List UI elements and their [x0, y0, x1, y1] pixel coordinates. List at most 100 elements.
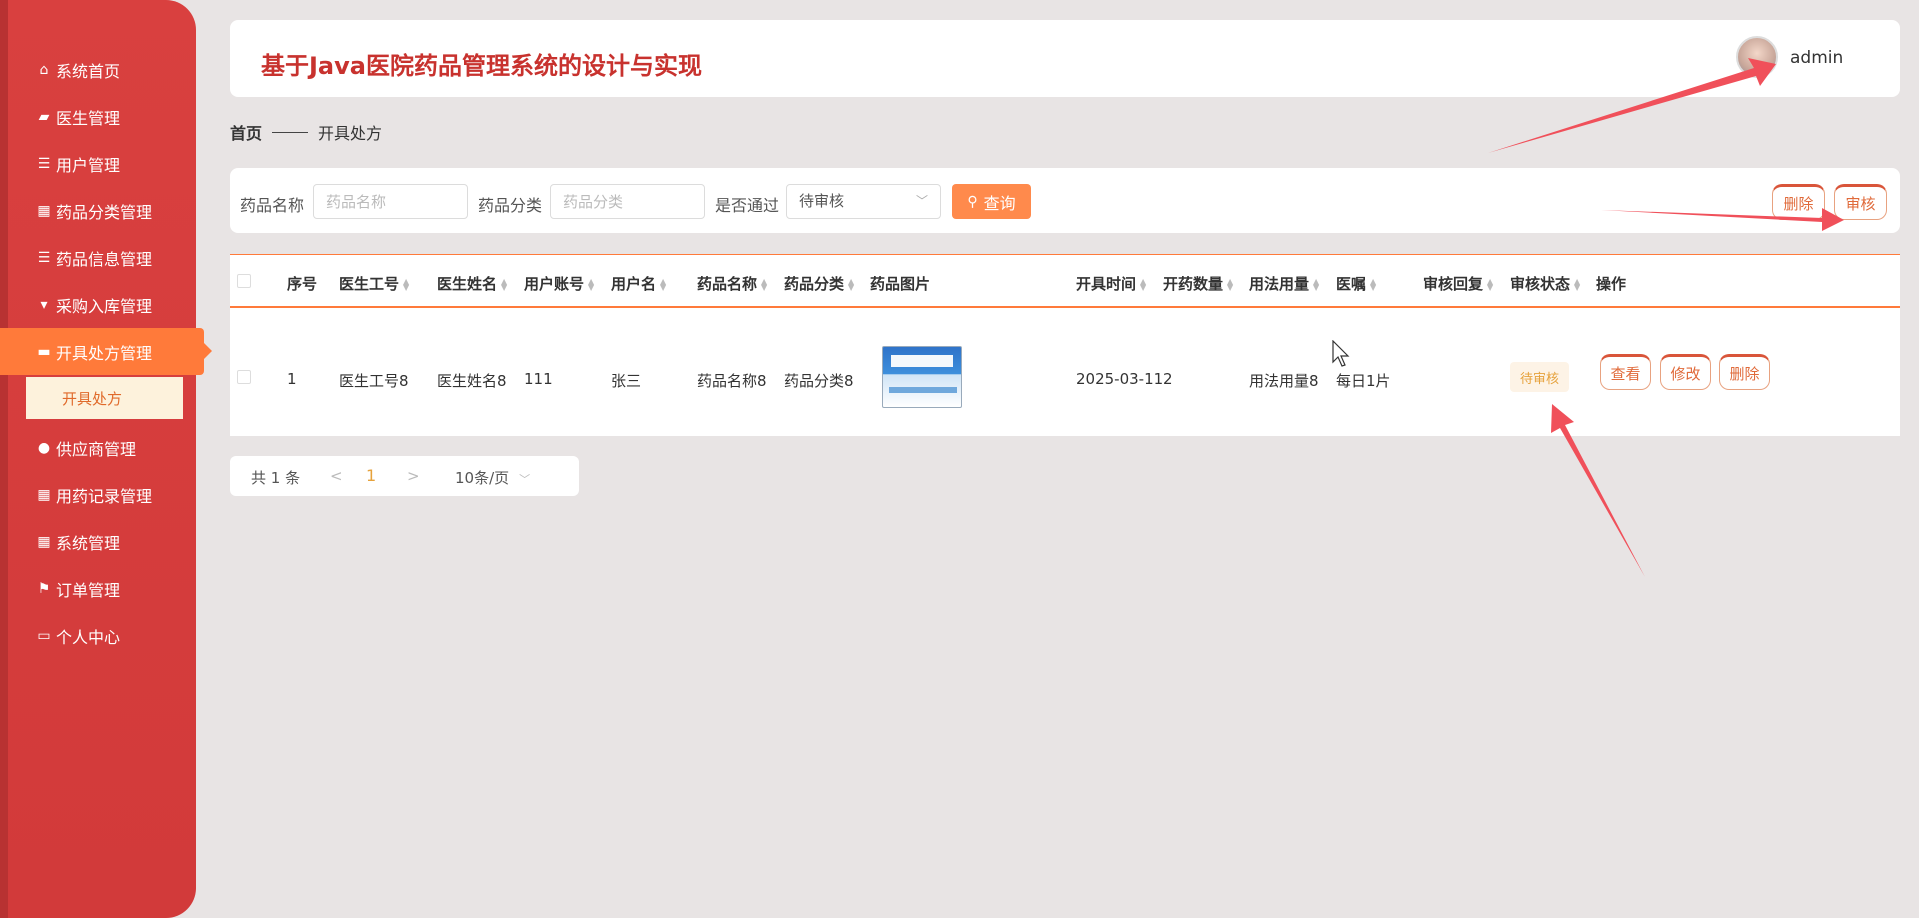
cell-usage: 用法用量8: [1249, 372, 1319, 390]
app-title: 基于Java医院药品管理系统的设计与实现: [261, 52, 702, 80]
approved-select[interactable]: 待审核 ﹀: [786, 184, 941, 219]
pagination-page[interactable]: 1: [366, 466, 376, 485]
table-header: 序号 医生工号 ▲ ▼ 医生姓名 ▲ ▼ 用户账号 ▲ ▼ 用户名 ▲ ▼ 药品名称 ▲ ▼ 药品分…: [230, 254, 1900, 308]
chat-icon: ▬: [37, 343, 51, 360]
column-header[interactable]: 医嘱 ▲ ▼: [1336, 273, 1378, 294]
cell-issue-time: 2025-03-11: [1076, 370, 1164, 388]
sidebar-menu: ⌂ 系统首页 ▰ 医生管理 ☰ 用户管理 ▦ 药品分类管理 ☰ 药品信息管理 ▾…: [0, 46, 212, 659]
column-header: 药品图片: [870, 275, 931, 293]
sidebar-item-label: 药品信息管理: [56, 249, 153, 269]
breadcrumb-home[interactable]: 首页: [230, 120, 262, 144]
sidebar-subitem-prescribe[interactable]: 开具处方: [26, 377, 183, 419]
sidebar-item-label: 系统管理: [56, 533, 121, 553]
column-header[interactable]: 审核回复 ▲ ▼: [1423, 273, 1495, 294]
sidebar-item-doctors[interactable]: ▰ 医生管理: [0, 93, 196, 140]
drug-name-label: 药品名称: [240, 196, 305, 215]
select-all-checkbox[interactable]: [237, 274, 251, 288]
sidebar-item-orders[interactable]: ⚑ 订单管理: [0, 565, 196, 612]
drug-name-input[interactable]: [313, 184, 468, 219]
column-header[interactable]: 开药数量 ▲ ▼: [1163, 273, 1235, 294]
sidebar-item-profile[interactable]: ▭ 个人中心: [0, 612, 196, 659]
delete-button[interactable]: 删除: [1719, 354, 1770, 390]
username[interactable]: admin: [1790, 48, 1843, 68]
sidebar: ⌂ 系统首页 ▰ 医生管理 ☰ 用户管理 ▦ 药品分类管理 ☰ 药品信息管理 ▾…: [0, 0, 212, 918]
view-button[interactable]: 查看: [1600, 354, 1651, 390]
sidebar-item-label: 用药记录管理: [56, 486, 153, 506]
row-checkbox[interactable]: [237, 370, 251, 384]
status-badge-label: 待审核: [1519, 371, 1559, 387]
drug-image-band: [891, 355, 953, 367]
sidebar-item-home[interactable]: ⌂ 系统首页: [0, 46, 196, 93]
bookmark-icon: ▾: [40, 296, 48, 313]
sort-icon: ▲ ▼: [1487, 276, 1494, 292]
column-header[interactable]: 医生工号 ▲ ▼: [339, 273, 411, 294]
delete-button-label: 删除: [1729, 364, 1760, 383]
grid-icon: ▦: [37, 202, 51, 219]
header: 基于Java医院药品管理系统的设计与实现 admin: [230, 20, 1900, 97]
grid-icon: ▦: [37, 486, 51, 503]
status-badge: 待审核: [1510, 362, 1569, 392]
pagination-next[interactable]: >: [407, 467, 420, 485]
batch-audit-label: 审核: [1845, 194, 1876, 213]
sort-icon: ▲ ▼: [1227, 276, 1234, 292]
card-icon: ▭: [37, 627, 51, 644]
sidebar-item-purchase[interactable]: ▾ 采购入库管理: [0, 281, 196, 328]
list-icon: ☰: [37, 249, 51, 266]
cell-drug-name: 药品名称8: [697, 372, 767, 390]
sidebar-item-drug-categories[interactable]: ▦ 药品分类管理: [0, 187, 196, 234]
column-header[interactable]: 药品分类 ▲ ▼: [784, 273, 856, 294]
edit-button[interactable]: 修改: [1660, 354, 1711, 390]
drug-image-stripe: [889, 387, 957, 393]
column-header[interactable]: 开具时间 ▲ ▼: [1076, 273, 1148, 294]
sidebar-item-label: 系统首页: [56, 61, 121, 81]
sidebar-item-label: 供应商管理: [56, 439, 137, 459]
drug-category-input[interactable]: [550, 184, 705, 219]
table-row: 1 医生工号8 医生姓名8 111 张三 药品名称8 药品分类8 2025-03…: [230, 318, 1900, 436]
approved-label: 是否通过: [715, 196, 780, 215]
chevron-down-icon: ﹀: [915, 194, 928, 208]
search-icon: ⚲: [967, 193, 978, 210]
column-header[interactable]: 用户账号 ▲ ▼: [524, 273, 596, 294]
query-button[interactable]: ⚲ 查询: [952, 184, 1031, 219]
sort-icon: ▲ ▼: [1313, 276, 1320, 292]
drug-image[interactable]: [882, 346, 962, 408]
sidebar-item-system[interactable]: ▦ 系统管理: [0, 518, 196, 565]
batch-delete-button[interactable]: 删除: [1772, 184, 1825, 220]
page-size-select[interactable]: 10条/页 ﹀: [455, 467, 530, 488]
sidebar-item-medication-records[interactable]: ▦ 用药记录管理: [0, 471, 196, 518]
column-header[interactable]: 药品名称 ▲ ▼: [697, 273, 769, 294]
cell-user-account: 111: [524, 370, 553, 388]
edit-button-label: 修改: [1670, 364, 1701, 383]
sidebar-item-label: 开具处方管理: [56, 343, 153, 363]
cell-advice: 每日1片: [1336, 372, 1391, 390]
drug-category-label: 药品分类: [478, 196, 543, 215]
search-panel: 药品名称 药品分类 是否通过 待审核 ﹀ ⚲ 查询 删除 审核: [230, 168, 1900, 233]
batch-audit-button[interactable]: 审核: [1834, 184, 1887, 220]
sidebar-item-label: 个人中心: [56, 627, 121, 647]
avatar[interactable]: [1736, 36, 1778, 78]
column-header[interactable]: 审核状态 ▲ ▼: [1510, 273, 1582, 294]
user-icon: ●: [37, 439, 51, 456]
home-icon: ⌂: [39, 61, 49, 78]
grid-icon: ▦: [37, 533, 51, 550]
sidebar-item-drug-info[interactable]: ☰ 药品信息管理: [0, 234, 196, 281]
list-icon: ☰: [37, 155, 51, 172]
prescription-table: 序号 医生工号 ▲ ▼ 医生姓名 ▲ ▼ 用户账号 ▲ ▼ 用户名 ▲ ▼ 药品名称 ▲ ▼ 药品分…: [230, 254, 1900, 436]
sidebar-item-label: 用户管理: [56, 155, 121, 175]
cell-index: 1: [287, 370, 297, 388]
sort-icon: ▲ ▼: [588, 276, 595, 292]
sort-icon: ▲ ▼: [403, 276, 410, 292]
column-header[interactable]: 用户名 ▲ ▼: [611, 273, 668, 294]
column-header: 序号: [287, 275, 318, 293]
sidebar-item-suppliers[interactable]: ● 供应商管理: [0, 424, 196, 471]
pagination-prev[interactable]: <: [330, 467, 343, 485]
sidebar-item-users[interactable]: ☰ 用户管理: [0, 140, 196, 187]
column-header[interactable]: 用法用量 ▲ ▼: [1249, 273, 1321, 294]
cell-doctor-no: 医生工号8: [339, 372, 409, 390]
column-header[interactable]: 医生姓名 ▲ ▼: [437, 273, 509, 294]
cell-doctor-name: 医生姓名8: [437, 372, 507, 390]
sidebar-item-prescriptions[interactable]: ▬ 开具处方管理: [0, 328, 212, 375]
breadcrumb-current: 开具处方: [318, 124, 383, 143]
mouse-cursor-icon: [1332, 340, 1350, 367]
sort-icon: ▲ ▼: [761, 276, 768, 292]
